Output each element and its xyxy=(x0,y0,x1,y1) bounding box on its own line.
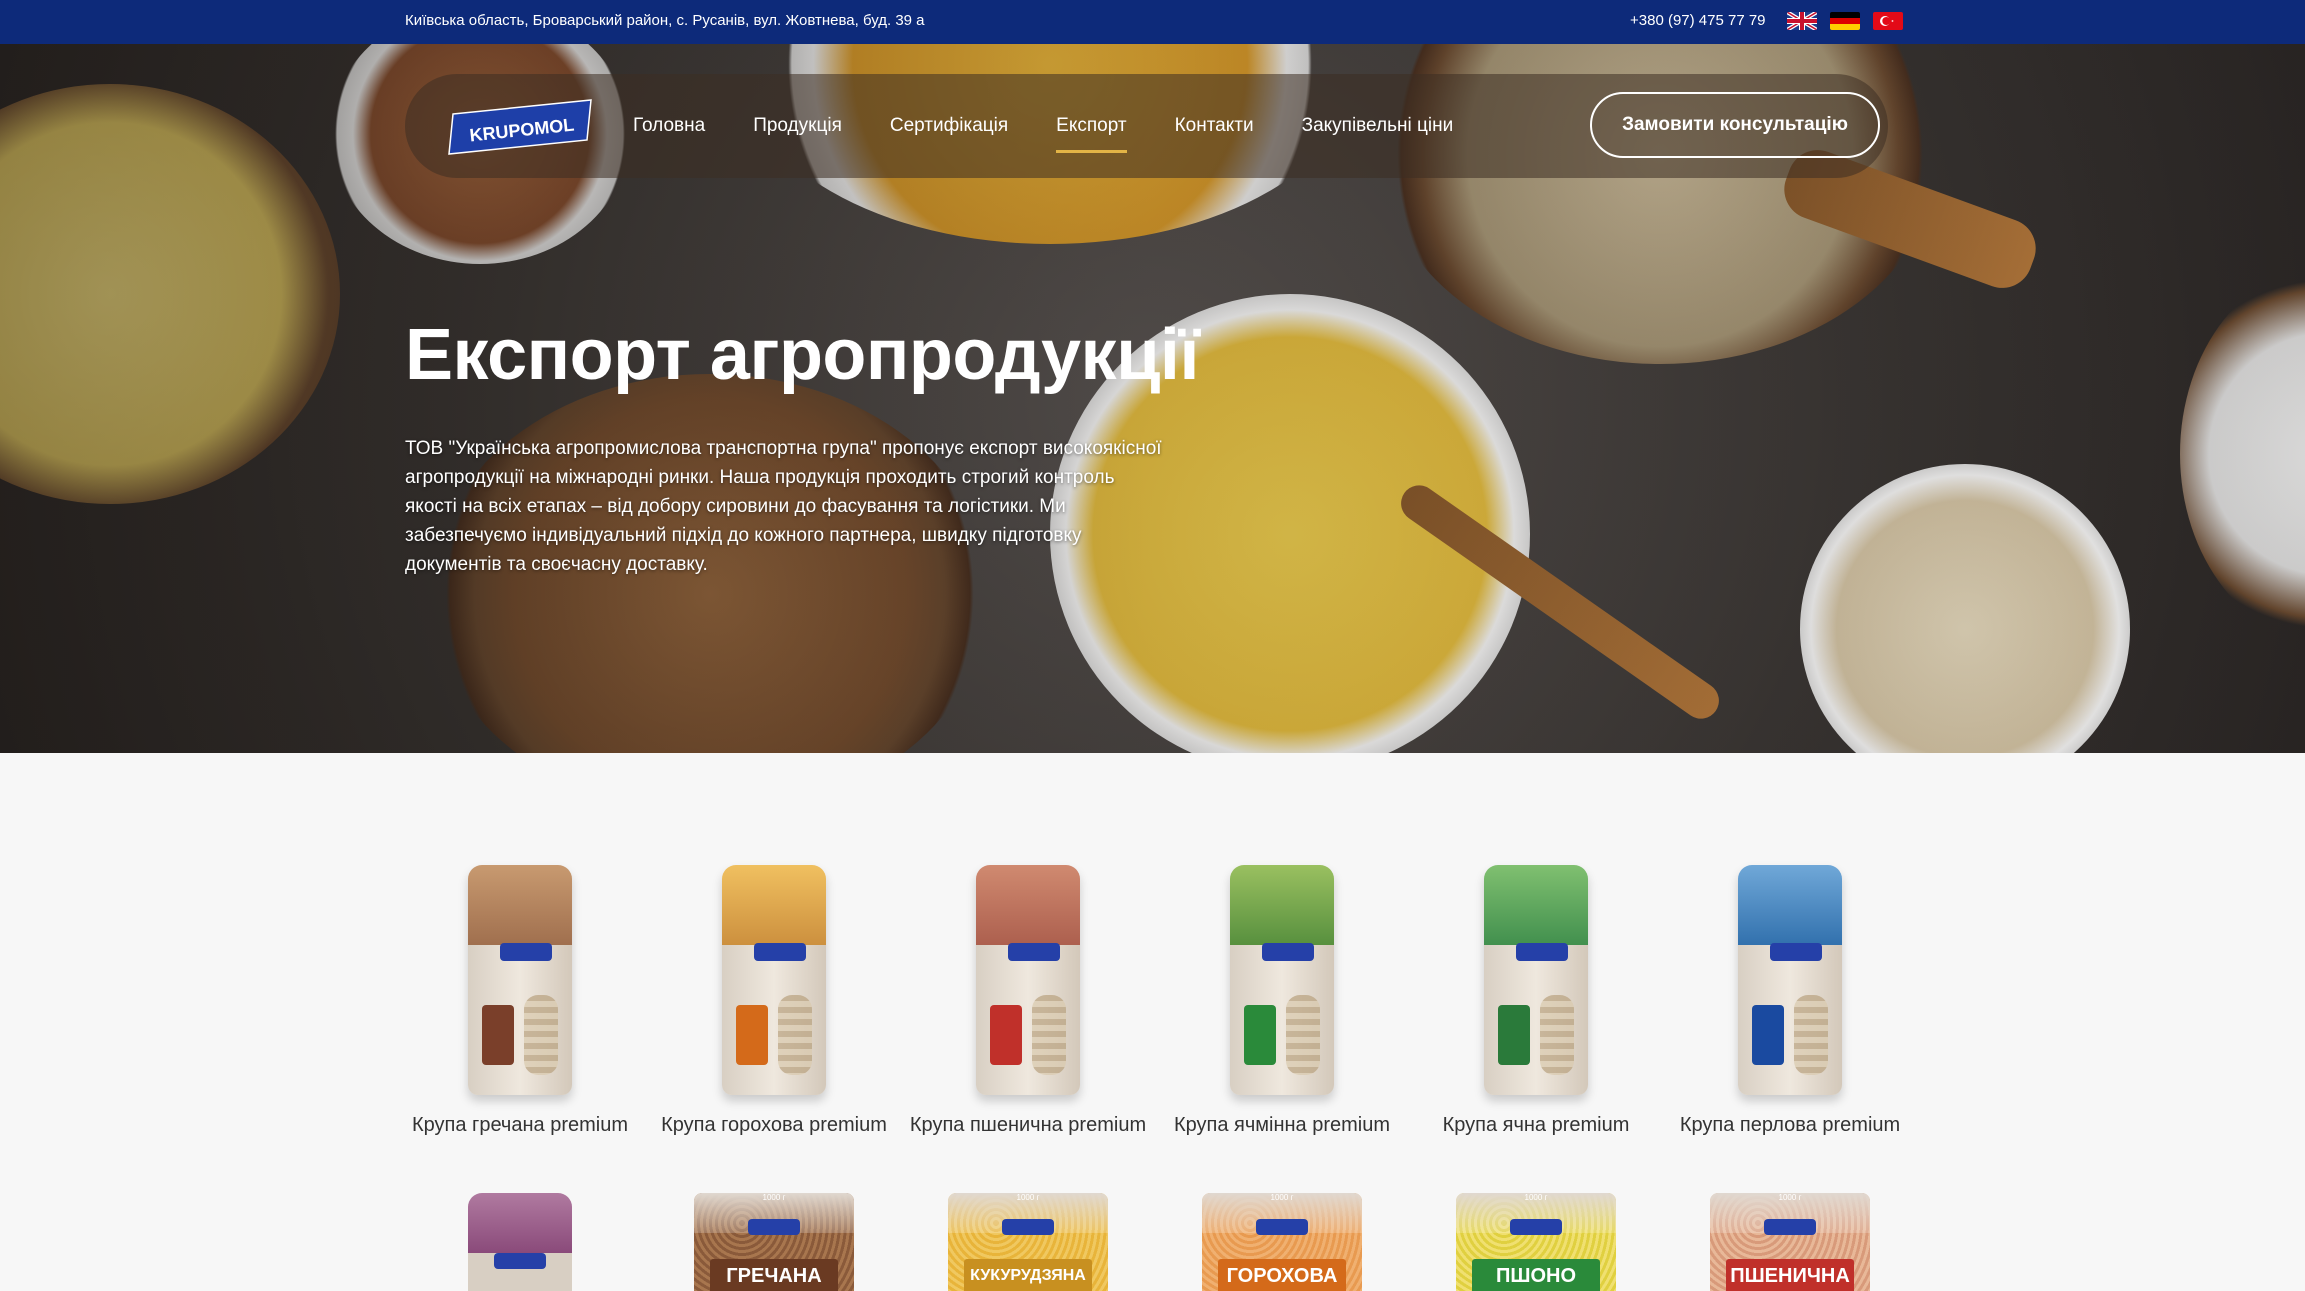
hero-section: KRUPOMOL Головна Продукція Сертифікація … xyxy=(0,44,2305,753)
product-package-image[interactable]: 1000 г ГРЕЧАНА xyxy=(694,1193,854,1291)
product-label: ГОРОХОВА xyxy=(1218,1259,1346,1291)
product-card[interactable]: Крупа горохова premium xyxy=(654,865,894,1140)
turkish-flag-icon[interactable] xyxy=(1873,12,1903,30)
product-package-image xyxy=(1738,865,1842,1095)
product-package-image[interactable]: 1000 г ПШОНО xyxy=(1456,1193,1616,1291)
product-card[interactable]: Крупа пшенична premium xyxy=(908,865,1148,1140)
company-address: Київська область, Броварський район, с. … xyxy=(405,12,925,29)
product-card[interactable]: Крупа гречана premium xyxy=(400,865,640,1140)
product-label: ГРЕЧАНА xyxy=(710,1259,838,1291)
product-package-image[interactable] xyxy=(468,1193,572,1291)
product-card[interactable]: Крупа перлова premium xyxy=(1670,865,1910,1140)
product-label: ПШОНО xyxy=(1472,1259,1600,1291)
product-label: ПШЕНИЧНА xyxy=(1726,1259,1854,1291)
phone-link[interactable]: +380 (97) 475 77 79 xyxy=(1630,12,1766,29)
product-label: КУКУРУДЗЯНА xyxy=(964,1259,1092,1291)
main-navbar: KRUPOMOL Головна Продукція Сертифікація … xyxy=(405,74,1888,178)
hero-description: ТОВ "Українська агропромислова транспорт… xyxy=(405,438,1162,575)
nav-item-certification[interactable]: Сертифікація xyxy=(890,105,1008,147)
product-package-image[interactable]: 1000 г ГОРОХОВА xyxy=(1202,1193,1362,1291)
order-consultation-button[interactable]: Замовити консультацію xyxy=(1590,92,1880,158)
nav-item-export[interactable]: Експорт xyxy=(1056,105,1127,153)
krupomol-logo[interactable]: KRUPOMOL xyxy=(447,96,597,156)
product-package-image xyxy=(468,865,572,1095)
product-package-image xyxy=(1230,865,1334,1095)
product-package-image xyxy=(976,865,1080,1095)
product-card[interactable]: Крупа ячмінна premium xyxy=(1162,865,1402,1140)
product-name[interactable]: Крупа ячмінна premium xyxy=(1162,1111,1402,1140)
english-flag-icon[interactable] xyxy=(1787,12,1817,30)
product-package-image[interactable]: 1000 г ПШЕНИЧНА xyxy=(1710,1193,1870,1291)
product-name[interactable]: Крупа пшенична premium xyxy=(908,1111,1148,1140)
nav-item-home[interactable]: Головна xyxy=(633,105,705,147)
product-name[interactable]: Крупа перлова premium xyxy=(1670,1111,1910,1140)
top-bar: Київська область, Броварський район, с. … xyxy=(0,0,2305,44)
product-package-image xyxy=(1484,865,1588,1095)
product-name[interactable]: Крупа ячна premium xyxy=(1416,1111,1656,1140)
language-switcher xyxy=(1787,12,1903,30)
product-package-image xyxy=(722,865,826,1095)
products-section: Крупа гречана premium Крупа горохова pre… xyxy=(0,753,2305,1291)
product-name[interactable]: Крупа гречана premium xyxy=(400,1111,640,1140)
nav-item-products[interactable]: Продукція xyxy=(753,105,842,147)
nav-item-purchase-prices[interactable]: Закупівельні ціни xyxy=(1302,105,1454,147)
main-menu: Головна Продукція Сертифікація Експорт К… xyxy=(633,74,1501,178)
product-package-image[interactable]: 1000 г КУКУРУДЗЯНА xyxy=(948,1193,1108,1291)
page-title: Експорт агропродукції xyxy=(405,315,1200,395)
product-name[interactable]: Крупа горохова premium xyxy=(654,1111,894,1140)
product-card[interactable]: Крупа ячна premium xyxy=(1416,865,1656,1140)
nav-item-contacts[interactable]: Контакти xyxy=(1175,105,1254,147)
german-flag-icon[interactable] xyxy=(1830,12,1860,30)
